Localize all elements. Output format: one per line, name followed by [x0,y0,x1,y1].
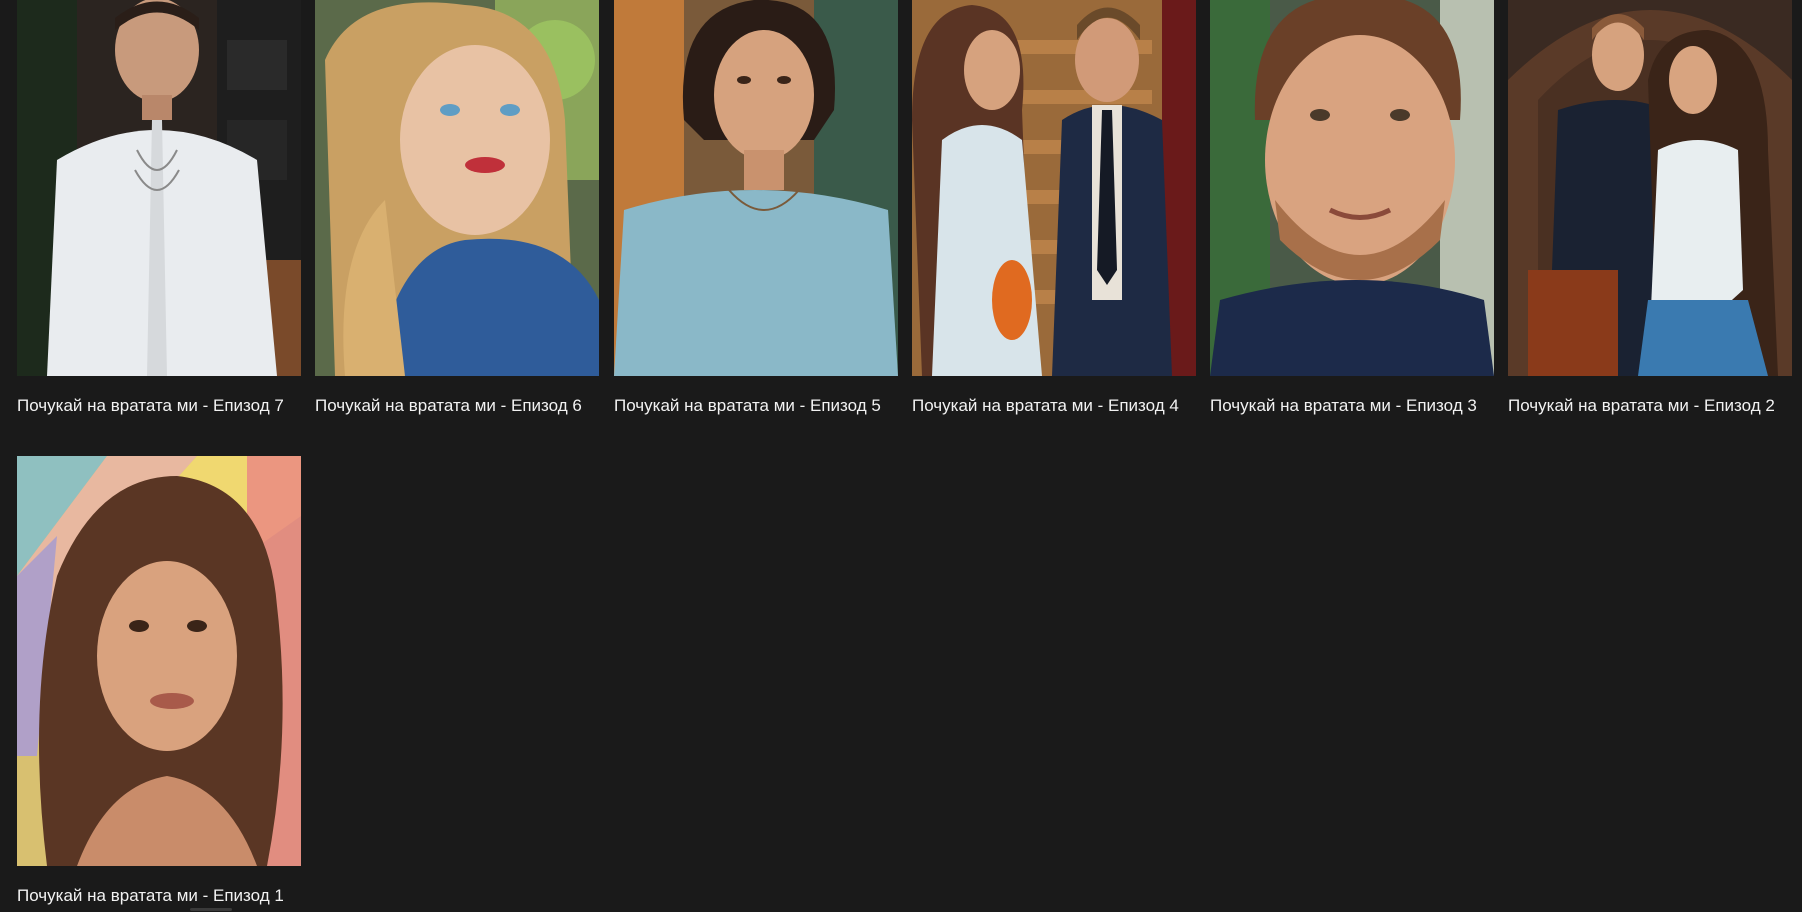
episode-title-1[interactable]: Почукай на вратата ми - Епизод 1 [17,886,317,906]
episode-thumbnail-1[interactable] [17,456,301,866]
episode-thumbnail-3[interactable] [1210,0,1494,376]
episode-grid: Почукай на вратата ми - Епизод 7 Почукай… [0,0,1802,912]
episode-title-5[interactable]: Почукай на вратата ми - Епизод 5 [614,396,914,416]
episode-thumbnail-5[interactable] [614,0,898,376]
episode-title-3[interactable]: Почукай на вратата ми - Епизод 3 [1210,396,1510,416]
episode-thumbnail-7[interactable] [17,0,301,376]
episode-thumbnail-4[interactable] [912,0,1196,376]
episode-title-4[interactable]: Почукай на вратата ми - Епизод 4 [912,396,1212,416]
scrollbar-thumb[interactable] [190,908,232,911]
episode-thumbnail-6[interactable] [315,0,599,376]
episode-title-6[interactable]: Почукай на вратата ми - Епизод 6 [315,396,615,416]
episode-title-7[interactable]: Почукай на вратата ми - Епизод 7 [17,396,317,416]
episode-title-2[interactable]: Почукай на вратата ми - Епизод 2 [1508,396,1802,416]
episode-thumbnail-2[interactable] [1508,0,1792,376]
